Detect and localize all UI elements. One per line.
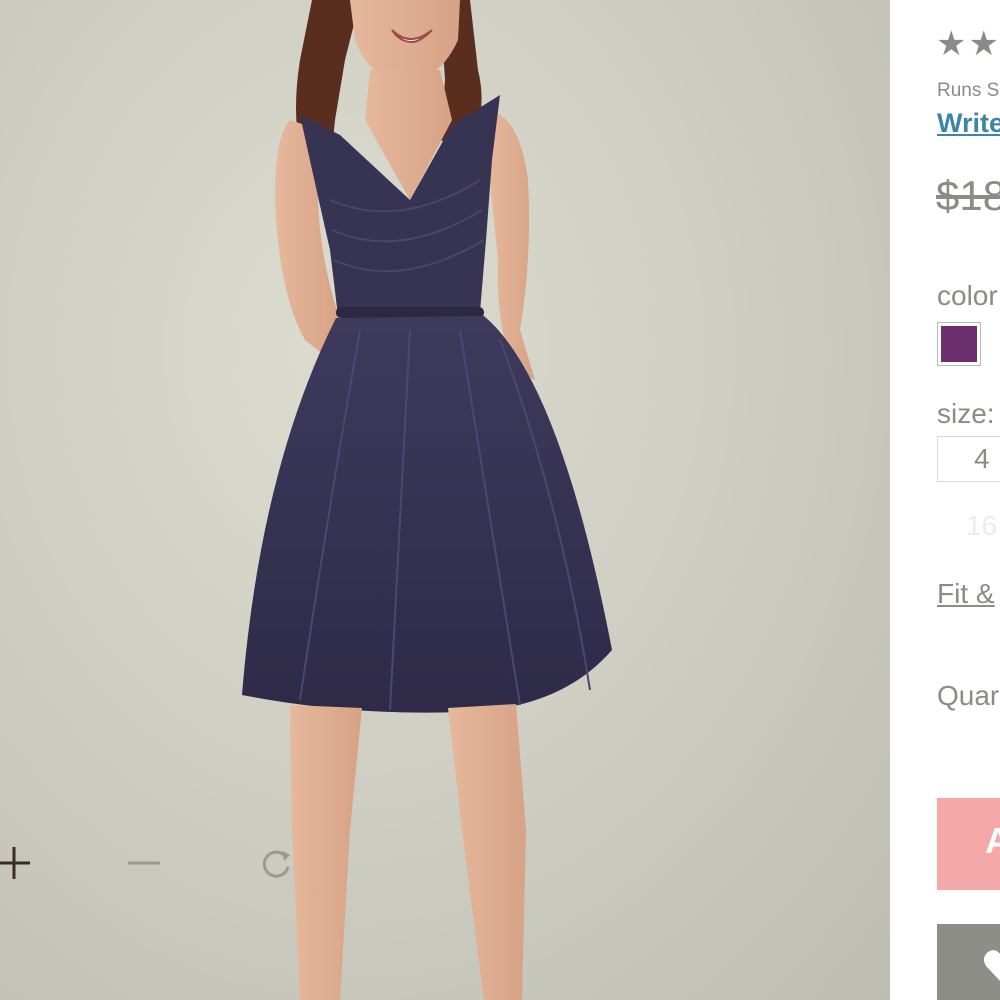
color-swatch-fill [941, 326, 977, 362]
zoom-in-button[interactable] [0, 845, 56, 901]
zoom-out-button[interactable] [126, 845, 186, 901]
reset-zoom-button[interactable] [258, 845, 318, 901]
wishlist-button[interactable] [937, 924, 1000, 1000]
size-label: size: [937, 398, 995, 429]
rating-stars[interactable]: ★★ [936, 26, 1000, 62]
write-review-link[interactable]: Write [937, 108, 1000, 139]
heart-icon [983, 950, 1000, 981]
fit-note: Runs S [937, 80, 1000, 101]
fit-guide-link[interactable]: Fit & [937, 578, 995, 610]
color-swatch-selected[interactable] [937, 322, 981, 366]
size-option-unavailable: 16 [966, 510, 998, 541]
color-label: color [937, 280, 998, 311]
rotate-icon [262, 850, 290, 878]
minus-icon [128, 861, 160, 865]
plus-icon [0, 847, 30, 879]
original-price: $18 [936, 172, 1000, 219]
add-to-bag-button[interactable]: A [937, 798, 1000, 890]
product-details-panel: ★★ Runs S Write $18 color size: 4 16 Fit… [890, 0, 1000, 1000]
quantity-label: Quar [937, 680, 1000, 711]
product-photo[interactable] [0, 0, 890, 1000]
size-option-selected[interactable]: 4 [937, 436, 1000, 482]
